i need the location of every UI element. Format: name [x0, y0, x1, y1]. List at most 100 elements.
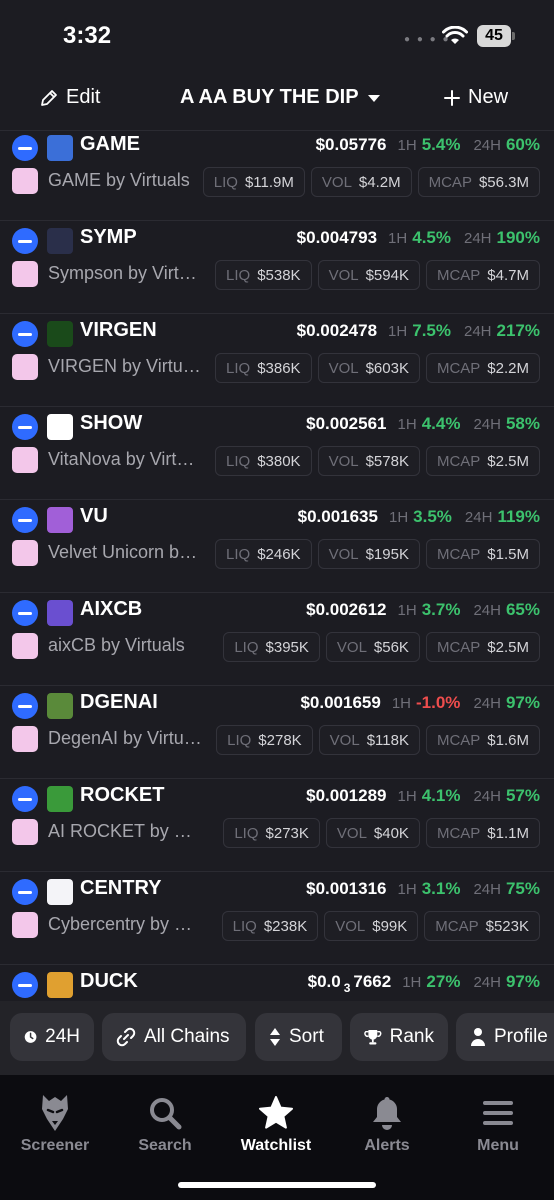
liq-value: $386K	[257, 359, 301, 377]
change-1h: 4.4%	[421, 414, 461, 433]
remove-token-button[interactable]	[12, 135, 38, 161]
change-1h: 3.1%	[421, 879, 461, 898]
vol-label: VOL	[336, 824, 367, 842]
remove-token-button[interactable]	[12, 600, 38, 626]
vol-label: VOL	[328, 266, 359, 284]
token-row[interactable]: VIRGEN $0.002478 1H 7.5% 24H 217% VIRGEN by Vi…	[0, 313, 554, 407]
sort-label: Sort	[289, 1026, 324, 1047]
remove-token-button[interactable]	[12, 414, 38, 440]
token-stats: LIQ $246K VOL $195K MCAP $1.5M	[215, 539, 540, 569]
liq-label: LIQ	[227, 731, 252, 749]
remove-token-button[interactable]	[12, 879, 38, 905]
token-price: $0.002478	[296, 321, 378, 340]
plus-icon	[444, 89, 460, 106]
battery-level: 45	[477, 25, 511, 47]
mcap-pill: MCAP $4.7M	[425, 260, 540, 290]
new-label: New	[468, 86, 509, 108]
watchlist-list[interactable]: GAME $0.05776 1H 5.4% 24H 60% GAME by Virtuals…	[0, 131, 554, 1001]
tab-watchlist[interactable]: Watchlist	[221, 1093, 331, 1155]
timeframe-chip[interactable]: 24H	[10, 1013, 94, 1061]
price-prefix: $0.0	[307, 972, 341, 991]
mcap-pill: MCAP $1.1M	[425, 818, 540, 848]
price-group: $0.0 3 7662 1H 27% 24H 97%	[308, 972, 540, 995]
tab-watchlist-label: Watchlist	[240, 1137, 312, 1154]
change-24h: 97%	[505, 693, 540, 712]
change-1h: 3.7%	[421, 600, 461, 619]
token-row[interactable]: DUCK $0.0 3 7662 1H 27% 24H 97%	[0, 964, 554, 1001]
liquidity-pill: LIQ $380K	[215, 446, 312, 476]
volume-pill: VOL $594K	[317, 260, 420, 290]
token-name: GAME by Virtuals	[48, 170, 190, 190]
vol-label: VOL	[336, 638, 367, 656]
remove-token-button[interactable]	[12, 507, 38, 533]
edit-button[interactable]: Edit	[40, 86, 100, 109]
filter-bar: 24H All Chains Sort Rank Profile	[0, 1001, 554, 1075]
dex-logo-icon	[12, 354, 38, 380]
tab-alerts[interactable]: Alerts	[332, 1093, 442, 1155]
token-stats: LIQ $395K VOL $56K MCAP $2.5M	[223, 632, 540, 662]
liq-label: LIQ	[232, 917, 257, 935]
eagle-icon	[42, 1095, 68, 1131]
tab-menu-label: Menu	[477, 1137, 519, 1154]
liquidity-pill: LIQ $273K	[223, 818, 320, 848]
liq-label: LIQ	[226, 545, 251, 563]
chains-label: All Chains	[144, 1026, 230, 1047]
watchlist-selector[interactable]: A AA BUY THE DIP	[180, 86, 381, 109]
token-name: Sympson by Virtuals	[48, 263, 202, 283]
vol-label: VOL	[328, 452, 359, 470]
change-1h-label: 1H	[388, 323, 408, 340]
price-group: $0.002561 1H 4.4% 24H 58%	[306, 414, 540, 434]
sort-chip[interactable]: Sort	[255, 1013, 342, 1061]
chains-chip[interactable]: All Chains	[102, 1013, 246, 1061]
token-row[interactable]: GAME $0.05776 1H 5.4% 24H 60% GAME by Virtuals…	[0, 131, 554, 221]
tab-menu[interactable]: Menu	[443, 1093, 553, 1155]
price-digits: 7662	[353, 972, 392, 991]
token-row[interactable]: DGENAI $0.001659 1H -1.0% 24H 97% DegenAI by V…	[0, 685, 554, 779]
remove-token-button[interactable]	[12, 786, 38, 812]
tab-search[interactable]: Search	[110, 1093, 220, 1155]
token-price: $0.05776	[315, 135, 387, 154]
token-row[interactable]: CENTRY $0.001316 1H 3.1% 24H 75% Cybercentry b…	[0, 871, 554, 965]
vol-value: $578K	[365, 452, 409, 470]
liquidity-pill: LIQ $246K	[215, 539, 312, 569]
token-row[interactable]: ROCKET $0.001289 1H 4.1% 24H 57% AI ROCKET by …	[0, 778, 554, 872]
change-24h-label: 24H	[473, 974, 501, 991]
change-1h: 4.1%	[421, 786, 461, 805]
token-price: $0.004793	[296, 228, 378, 247]
volume-pill: VOL $603K	[317, 353, 420, 383]
mcap-value: $2.5M	[487, 638, 529, 656]
link-icon	[116, 1027, 136, 1047]
token-row[interactable]: VU $0.001635 1H 3.5% 24H 119% Velvet Unicorn b…	[0, 499, 554, 593]
dex-logo-icon	[12, 912, 38, 938]
rank-chip[interactable]: Rank	[350, 1013, 448, 1061]
remove-token-button[interactable]	[12, 321, 38, 347]
remove-token-button[interactable]	[12, 972, 38, 998]
remove-token-button[interactable]	[12, 693, 38, 719]
token-logo	[47, 786, 73, 812]
change-1h: 27%	[426, 972, 461, 991]
clock-icon	[24, 1031, 37, 1043]
new-watchlist-button[interactable]: New	[444, 86, 508, 109]
remove-token-button[interactable]	[12, 228, 38, 254]
dex-logo-icon	[12, 633, 38, 659]
token-symbol: GAME	[80, 133, 140, 155]
change-24h-label: 24H	[473, 416, 501, 433]
vol-value: $195K	[365, 545, 409, 563]
liquidity-pill: LIQ $11.9M	[202, 167, 305, 197]
mcap-pill: MCAP $56.3M	[417, 167, 540, 197]
vol-value: $603K	[365, 359, 409, 377]
token-symbol: AIXCB	[80, 598, 143, 620]
profile-chip[interactable]: Profile	[456, 1013, 554, 1061]
token-row[interactable]: SHOW $0.002561 1H 4.4% 24H 58% VitaNova by Vir…	[0, 406, 554, 500]
token-row[interactable]: AIXCB $0.002612 1H 3.7% 24H 65% aixCB by Virtu…	[0, 592, 554, 686]
vol-value: $56K	[373, 638, 409, 656]
wifi-icon	[442, 26, 468, 44]
watchlist-title: A AA BUY THE DIP	[180, 86, 359, 108]
liq-label: LIQ	[226, 266, 251, 284]
token-symbol: SYMP	[80, 226, 137, 248]
token-row[interactable]: SYMP $0.004793 1H 4.5% 24H 190% Sympson by Vir…	[0, 220, 554, 314]
change-24h-label: 24H	[473, 602, 501, 619]
tab-screener[interactable]: Screener	[0, 1093, 110, 1155]
token-name: Cybercentry by Virtuals	[48, 914, 202, 934]
liquidity-pill: LIQ $386K	[215, 353, 312, 383]
